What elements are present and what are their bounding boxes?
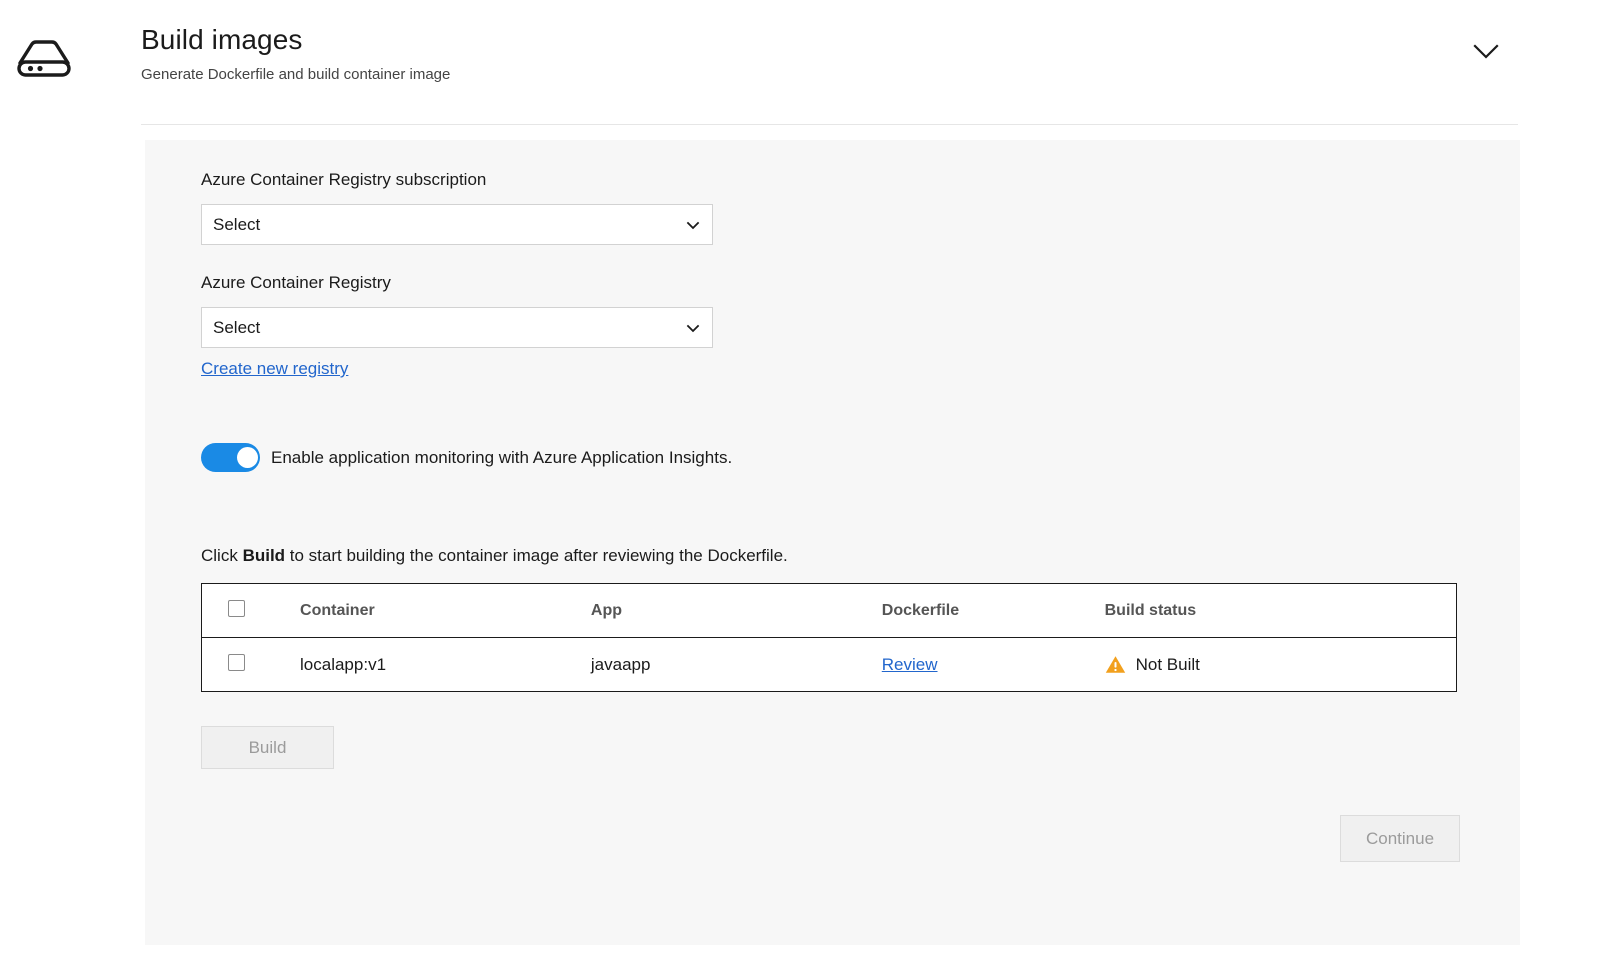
status-badge: Not Built [1105,654,1456,675]
warning-triangle-icon [1105,654,1126,675]
status-text: Not Built [1136,655,1200,675]
build-instruction: Click Build to start building the contai… [201,544,1500,568]
review-dockerfile-link[interactable]: Review [882,653,938,677]
registry-label: Azure Container Registry [201,271,1500,295]
continue-button[interactable]: Continue [1340,815,1460,862]
select-all-checkbox[interactable] [228,600,245,617]
build-images-panel: Azure Container Registry subscription Se… [145,140,1520,945]
header-text-block: Build images Generate Dockerfile and bui… [141,22,450,86]
build-images-table: Container App Dockerfile Build status lo… [201,583,1457,692]
subscription-select[interactable]: Select [201,204,713,245]
instruction-suffix: to start building the container image af… [285,546,788,565]
cell-dockerfile: Review [882,638,1105,692]
column-header-build-status: Build status [1105,584,1457,638]
table-header-row: Container App Dockerfile Build status [202,584,1457,638]
page-subtitle: Generate Dockerfile and build container … [141,64,450,86]
create-new-registry-link[interactable]: Create new registry [201,357,348,381]
column-header-app: App [591,584,882,638]
app-insights-toggle[interactable] [201,443,260,472]
build-button[interactable]: Build [201,726,334,769]
column-header-container: Container [300,584,591,638]
select-all-header [202,584,301,638]
app-insights-toggle-label: Enable application monitoring with Azure… [271,446,732,470]
chevron-down-icon[interactable] [1467,32,1505,70]
disk-drive-icon [12,32,76,84]
table-head: Container App Dockerfile Build status [202,584,1457,638]
registry-select[interactable]: Select [201,307,713,348]
instruction-emphasis: Build [243,546,286,565]
registry-select-wrap: Select [201,307,713,348]
subscription-field-group: Azure Container Registry subscription Se… [201,168,1500,245]
subscription-select-wrap: Select [201,204,713,245]
table-row: localapp:v1 javaapp Review [202,638,1457,692]
instruction-prefix: Click [201,546,243,565]
page-header: Build images Generate Dockerfile and bui… [0,0,1609,126]
monitoring-toggle-row: Enable application monitoring with Azure… [201,443,1500,472]
cell-app: javaapp [591,638,882,692]
subscription-label: Azure Container Registry subscription [201,168,1500,192]
form-area: Azure Container Registry subscription Se… [201,168,1500,769]
table-body: localapp:v1 javaapp Review [202,638,1457,692]
cell-build-status: Not Built [1105,638,1457,692]
cell-container: localapp:v1 [300,638,591,692]
page-title: Build images [141,22,450,58]
header-divider [141,124,1518,125]
row-checkbox[interactable] [228,654,245,671]
toggle-knob [237,447,258,468]
registry-field-group: Azure Container Registry Select Create n… [201,271,1500,381]
row-select-cell [202,638,301,692]
column-header-dockerfile: Dockerfile [882,584,1105,638]
